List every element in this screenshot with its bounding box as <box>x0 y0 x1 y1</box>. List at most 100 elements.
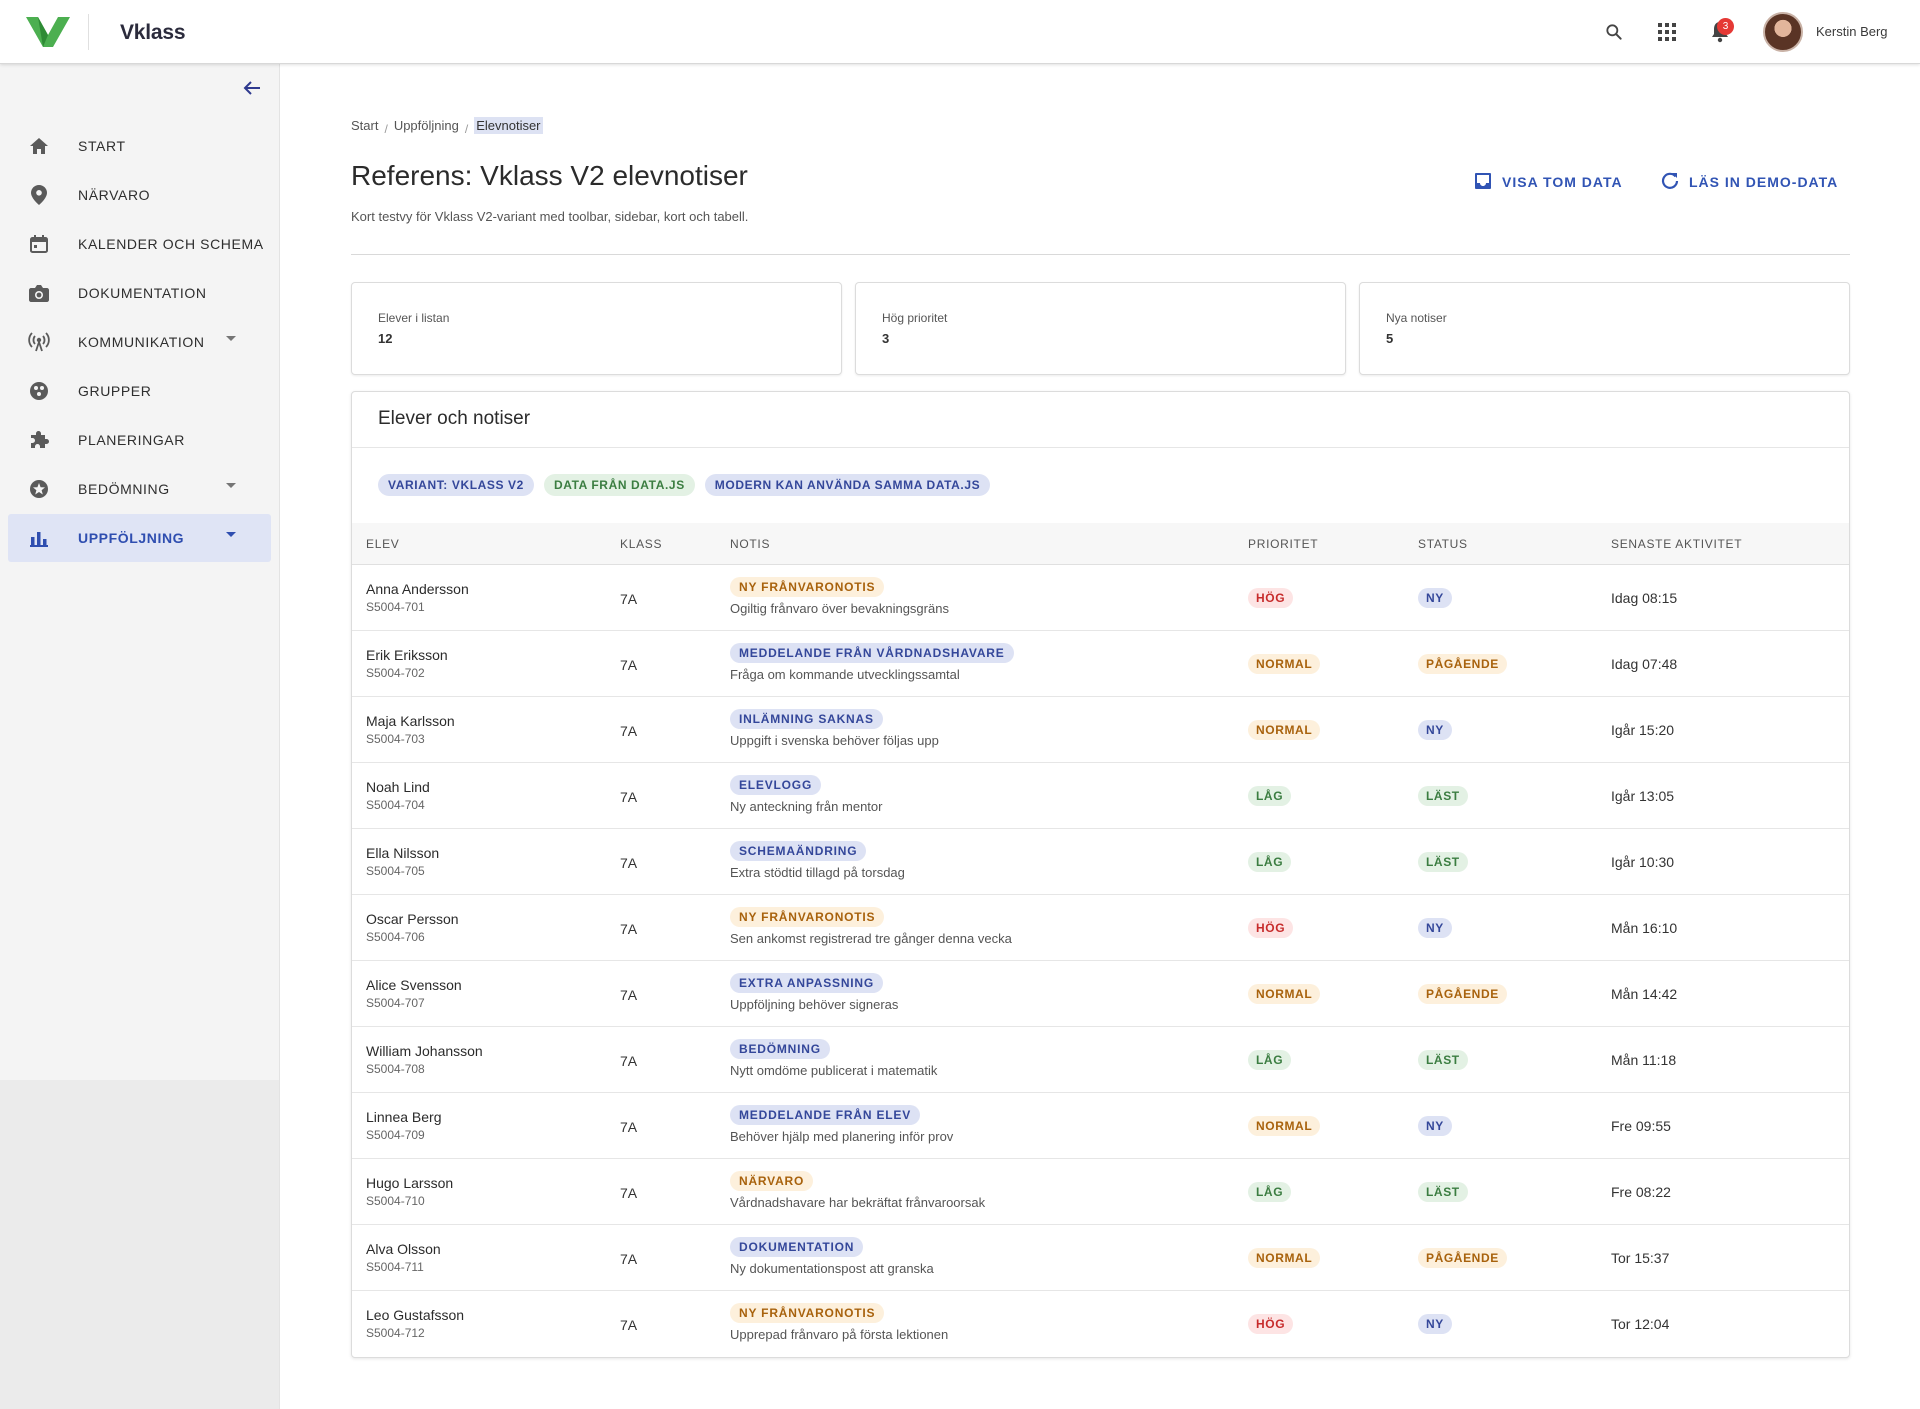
search-icon[interactable] <box>1602 20 1626 44</box>
student-class: 7A <box>620 855 638 871</box>
status-badge: PÅGÅENDE <box>1418 654 1507 674</box>
student-name[interactable]: Alice Svensson <box>366 977 462 993</box>
last-activity: Idag 07:48 <box>1611 656 1678 672</box>
priority-badge: LÅG <box>1248 1182 1292 1202</box>
page-subtitle: Kort testvy för Vklass V2-variant med to… <box>351 209 749 224</box>
vklass-logo-icon[interactable] <box>26 17 70 52</box>
table-row[interactable]: Oscar Persson S5004-706 7A NY FRÅNVARONOTIS… <box>352 895 1849 961</box>
puzzle-icon <box>28 429 50 451</box>
apps-grid-icon[interactable] <box>1655 20 1679 44</box>
student-name[interactable]: Hugo Larsson <box>366 1175 453 1191</box>
status-badge: LÄST <box>1418 786 1468 806</box>
notice-text: Extra stödtid tillagd på torsdag <box>730 865 905 880</box>
status-badge: NY <box>1418 588 1452 608</box>
priority-badge: NORMAL <box>1248 654 1321 674</box>
student-name[interactable]: Oscar Persson <box>366 911 459 927</box>
show-empty-data-button[interactable]: VISA TOM DATA <box>1474 166 1623 198</box>
sidebar-item-grupper[interactable]: GRUPPER <box>8 367 271 415</box>
sidebar-item-label: KALENDER OCH SCHEMA <box>78 236 264 252</box>
last-activity: Igår 10:30 <box>1611 854 1675 870</box>
data-source-chip: DATA FRÅN DATA.JS <box>543 474 695 496</box>
last-activity: Idag 08:15 <box>1611 590 1678 606</box>
sidebar-item-label: BEDÖMNING <box>78 481 170 497</box>
last-activity: Tor 12:04 <box>1611 1316 1670 1332</box>
column-header-klass[interactable]: KLASS <box>620 537 662 551</box>
breadcrumb-start[interactable]: Start <box>351 118 378 133</box>
status-badge: NY <box>1418 720 1452 740</box>
table-row[interactable]: Noah Lind S5004-704 7A ELEVLOGG Ny antecknin… <box>352 763 1849 829</box>
notice-type-chip: EXTRA ANPASSNING <box>730 973 884 993</box>
student-name[interactable]: Leo Gustafsson <box>366 1307 464 1323</box>
notice-type-chip: SCHEMAÄNDRING <box>730 841 867 861</box>
student-id: S5004-704 <box>366 798 425 812</box>
student-name[interactable]: Alva Olsson <box>366 1241 441 1257</box>
chevron-down-icon[interactable] <box>226 483 236 488</box>
home-icon <box>28 135 50 157</box>
user-name[interactable]: Kerstin Berg <box>1816 24 1888 39</box>
status-badge: LÄST <box>1418 1182 1468 1202</box>
last-activity: Tor 15:37 <box>1611 1250 1670 1266</box>
sidebar-item-kalender[interactable]: KALENDER OCH SCHEMA <box>8 220 271 268</box>
student-name[interactable]: Ella Nilsson <box>366 845 439 861</box>
table-row[interactable]: Linnea Berg S5004-709 7A MEDDELANDE FRÅN EL… <box>352 1093 1849 1159</box>
column-header-notis[interactable]: NOTIS <box>730 537 770 551</box>
student-name[interactable]: Anna Andersson <box>366 581 469 597</box>
sidebar-item-planeringar[interactable]: PLANERINGAR <box>8 416 271 464</box>
sidebar-nav: START NÄRVARO KALENDER OCH SCHEMA DOKUME… <box>8 122 271 563</box>
table-row[interactable]: Leo Gustafsson S5004-712 7A NY FRÅNVARONOTI… <box>352 1291 1849 1357</box>
sidebar-item-uppfoljning[interactable]: UPPFÖLJNING <box>8 514 271 562</box>
column-header-senaste-aktivitet[interactable]: SENASTE AKTIVITET <box>1611 537 1742 551</box>
table-row[interactable]: Maja Karlsson S5004-703 7A INLÄMNING SAKNAS… <box>352 697 1849 763</box>
student-name[interactable]: William Johansson <box>366 1043 483 1059</box>
student-class: 7A <box>620 921 638 937</box>
priority-badge: HÖG <box>1248 1314 1294 1334</box>
student-id: S5004-701 <box>366 600 425 614</box>
sidebar-item-narvaro[interactable]: NÄRVARO <box>8 171 271 219</box>
table-row[interactable]: Erik Eriksson S5004-702 7A MEDDELANDE FRÅN … <box>352 631 1849 697</box>
priority-badge: NORMAL <box>1248 984 1321 1004</box>
sidebar-item-kommunikation[interactable]: KOMMUNIKATION <box>8 318 271 366</box>
status-badge: LÄST <box>1418 852 1468 872</box>
student-name[interactable]: Erik Eriksson <box>366 647 448 663</box>
notice-text: Behöver hjälp med planering inför prov <box>730 1129 954 1144</box>
status-badge: PÅGÅENDE <box>1418 1248 1507 1268</box>
sidebar-item-bedomning[interactable]: BEDÖMNING <box>8 465 271 513</box>
student-id: S5004-710 <box>366 1194 425 1208</box>
notice-text: Uppföljning behöver signeras <box>730 997 899 1012</box>
student-class: 7A <box>620 657 638 673</box>
students-notices-card: Elever och notiser VARIANT: VKLASS V2 DA… <box>351 391 1850 1358</box>
status-badge: PÅGÅENDE <box>1418 984 1507 1004</box>
student-name[interactable]: Linnea Berg <box>366 1109 442 1125</box>
table-row[interactable]: William Johansson S5004-708 7A BEDÖMNING Nyt… <box>352 1027 1849 1093</box>
student-name[interactable]: Noah Lind <box>366 779 430 795</box>
sidebar-item-label: DOKUMENTATION <box>78 285 207 301</box>
table-row[interactable]: Anna Andersson S5004-701 7A NY FRÅNVARONOTI… <box>352 565 1849 631</box>
table-row[interactable]: Alva Olsson S5004-711 7A DOKUMENTATION Ny do… <box>352 1225 1849 1291</box>
sidebar-item-label: PLANERINGAR <box>78 432 185 448</box>
show-empty-data-label: VISA TOM DATA <box>1502 174 1623 190</box>
brand-name[interactable]: Vklass <box>120 21 186 45</box>
breadcrumb-uppfoljning[interactable]: Uppföljning <box>394 118 459 133</box>
column-header-elev[interactable]: ELEV <box>366 537 400 551</box>
sidebar-item-dokumentation[interactable]: DOKUMENTATION <box>8 269 271 317</box>
table-row[interactable]: Alice Svensson S5004-707 7A EXTRA ANPASSNIN… <box>352 961 1849 1027</box>
student-name[interactable]: Maja Karlsson <box>366 713 455 729</box>
student-id: S5004-711 <box>366 1260 424 1274</box>
column-header-status[interactable]: STATUS <box>1418 537 1468 551</box>
table-row[interactable]: Hugo Larsson S5004-710 7A NÄRVARO Vårdnadsha… <box>352 1159 1849 1225</box>
camera-icon <box>28 282 50 304</box>
table-row[interactable]: Ella Nilsson S5004-705 7A SCHEMAÄNDRING Extr… <box>352 829 1849 895</box>
chevron-down-icon[interactable] <box>226 336 236 341</box>
collapse-sidebar-arrow-icon[interactable] <box>240 76 264 100</box>
load-demo-data-button[interactable]: LÄS IN DEMO-DATA <box>1661 166 1838 198</box>
sidebar-item-start[interactable]: START <box>8 122 271 170</box>
variant-chip: VARIANT: VKLASS V2 <box>378 474 534 496</box>
header-divider <box>351 254 1850 255</box>
column-header-prioritet[interactable]: PRIORITET <box>1248 537 1318 551</box>
sidebar-item-label: START <box>78 138 126 154</box>
priority-badge: HÖG <box>1248 918 1294 938</box>
chevron-down-icon[interactable] <box>226 532 236 537</box>
stat-card-high-priority: Hög prioritet 3 <box>855 282 1346 375</box>
notice-text: Vårdnadshavare har bekräftat frånvaroors… <box>730 1195 986 1210</box>
user-avatar[interactable] <box>1763 12 1803 52</box>
